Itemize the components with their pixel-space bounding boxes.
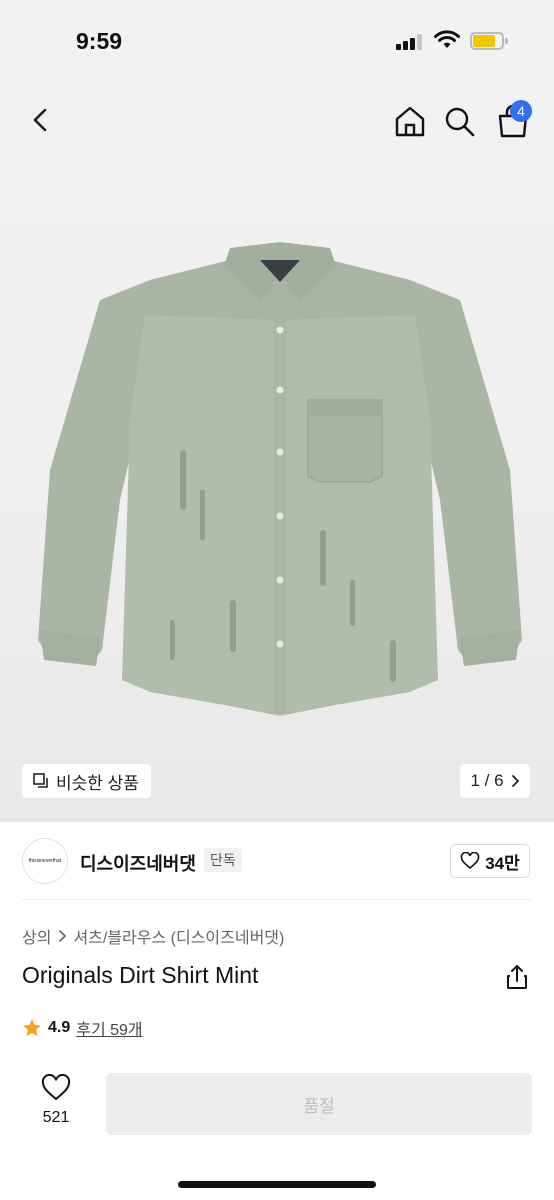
breadcrumb: 상의 셔츠/블라우스 (디스이즈네버댓) [22,924,284,948]
similar-products-label: 비슷한 상품 [56,773,139,793]
product-like-button[interactable]: 521 [28,1073,84,1134]
product-title: Originals Dirt Shirt Mint [22,962,259,988]
wifi-icon [434,30,460,48]
chevron-right-icon [511,775,519,787]
chevron-right-icon [59,930,67,942]
home-indicator[interactable] [178,1181,376,1188]
brand-name[interactable]: 디스이즈네버댓 [80,850,196,876]
star-icon [23,1019,41,1037]
product-image[interactable] [30,220,530,740]
heart-outline-icon [41,1073,71,1101]
brand-like-count: 34만 [485,853,520,873]
cart-count-badge: 4 [510,100,532,122]
image-pager[interactable]: 1 / 6 [460,764,530,798]
similar-products-button[interactable]: 비슷한 상품 [22,764,151,798]
brand-like-button[interactable]: 34만 [450,844,530,878]
product-like-count: 521 [42,1109,70,1126]
breadcrumb-item-top[interactable]: 상의 [22,924,51,948]
brand-logo[interactable]: thisisneverthat [22,838,68,884]
copy-squares-icon [33,773,48,788]
image-pager-text: 1 / 6 [470,771,504,790]
rating-row: 4.9 후기 59개 [22,1016,143,1040]
divider [22,899,532,900]
rating-score: 4.9 [48,1019,71,1036]
back-chevron-icon[interactable] [22,100,62,140]
product-hero: 9:59 4 비슷한 상품 1 / 6 [0,0,554,822]
brand-logo-text: thisisneverthat [28,858,62,864]
exclusive-badge: 단독 [204,848,242,872]
status-bar: 9:59 [0,0,554,84]
home-icon[interactable] [390,102,430,142]
share-icon[interactable] [502,962,532,992]
search-icon[interactable] [440,102,480,142]
reviews-link[interactable]: 후기 59개 [76,1016,142,1040]
cellular-signal-icon [396,34,424,50]
heart-outline-icon [460,852,480,870]
soldout-button[interactable]: 품절 [106,1073,532,1135]
battery-icon [470,32,508,50]
soldout-label: 품절 [303,1096,335,1116]
brand-row: thisisneverthat 디스이즈네버댓 단독 34만 [0,822,554,900]
breadcrumb-item-category[interactable]: 셔츠/블라우스 (디스이즈네버댓) [73,924,284,948]
status-time: 9:59 [76,28,123,54]
top-nav [0,90,554,150]
